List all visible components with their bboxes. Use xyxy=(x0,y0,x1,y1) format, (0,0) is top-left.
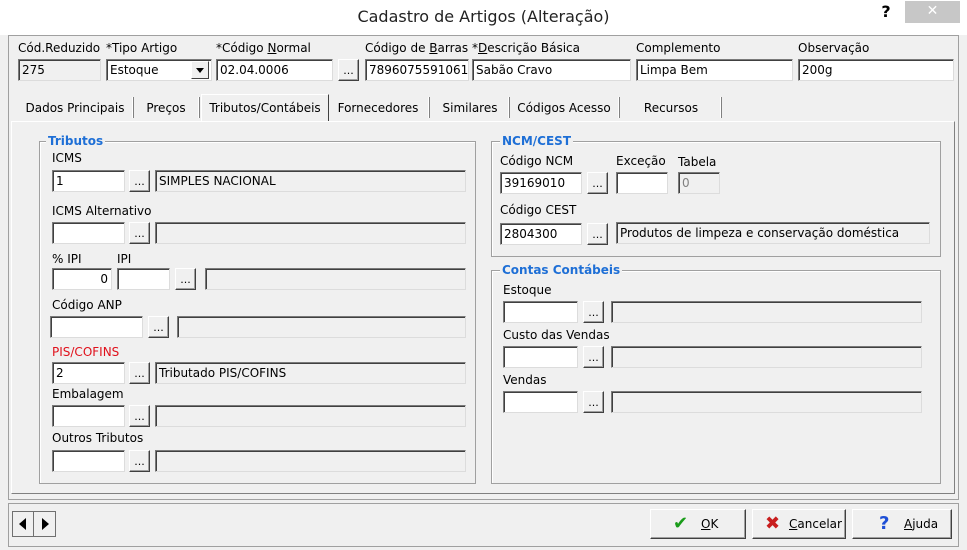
codigo-anp-label: Código ANP xyxy=(52,298,122,312)
tab-tributos-contabeis[interactable]: Tributos/Contábeis xyxy=(201,94,329,122)
excecao-field[interactable] xyxy=(616,172,668,194)
excecao-label: Exceção xyxy=(616,154,666,168)
vendas-desc-field xyxy=(611,391,922,413)
descricao-basica-label: *Descrição Básica xyxy=(472,41,580,55)
outros-tributos-label: Outros Tributos xyxy=(52,431,144,445)
custo-vendas-lookup-button[interactable]: ... xyxy=(583,346,604,368)
question-mark-icon: ? xyxy=(879,513,890,534)
tab-dados-principais[interactable]: Dados Principais xyxy=(18,96,132,120)
custo-vendas-label: Custo das Vendas xyxy=(503,328,610,342)
codigo-normal-lookup-button[interactable]: ... xyxy=(338,59,359,81)
vendas-label: Vendas xyxy=(503,373,547,387)
codigo-cest-desc-field: Produtos de limpeza e conservação domést… xyxy=(616,222,930,244)
checkmark-icon: ✔ xyxy=(673,513,689,534)
help-button[interactable]: ? xyxy=(872,1,900,25)
icms-lookup-button[interactable]: ... xyxy=(129,170,150,192)
observacao-field[interactable]: 200g xyxy=(798,59,954,81)
icms-alternativo-desc-field xyxy=(155,222,466,244)
ok-button[interactable]: ✔ OK xyxy=(650,509,746,539)
codigo-ncm-label: Código NCM xyxy=(500,154,574,168)
tab-recursos[interactable]: Recursos xyxy=(622,96,720,120)
pis-cofins-desc-field: Tributado PIS/COFINS xyxy=(155,362,466,384)
tab-similares[interactable]: Similares xyxy=(432,96,508,120)
pis-cofins-code-field[interactable]: 2 xyxy=(52,362,125,384)
tab-separator xyxy=(618,97,620,118)
tab-fornecedores[interactable]: Fornecedores xyxy=(330,96,426,120)
pct-ipi-field[interactable]: 0 xyxy=(52,268,112,290)
ipi-code-field[interactable] xyxy=(117,268,170,290)
codigo-cest-label: Código CEST xyxy=(500,203,577,217)
icms-desc-field: SIMPLES NACIONAL xyxy=(155,170,466,192)
chevron-down-icon[interactable] xyxy=(191,61,209,79)
complemento-field[interactable]: Limpa Bem xyxy=(636,59,793,81)
pis-cofins-lookup-button[interactable]: ... xyxy=(129,362,150,384)
codigo-barras-label: Código de Barras xyxy=(365,41,469,55)
estoque-label: Estoque xyxy=(503,283,552,297)
observacao-label: Observação xyxy=(798,41,870,55)
vendas-code-field[interactable] xyxy=(503,391,578,413)
codigo-barras-field[interactable]: 7896075591061 xyxy=(365,59,469,81)
icms-alternativo-code-field[interactable] xyxy=(52,222,125,244)
icms-code-field[interactable]: 1 xyxy=(52,170,125,192)
next-record-button[interactable] xyxy=(35,512,55,536)
codigo-anp-lookup-button[interactable]: ... xyxy=(148,316,169,338)
codigo-normal-label: *Código Normal xyxy=(216,41,311,55)
custo-vendas-desc-field xyxy=(611,346,922,368)
tab-separator xyxy=(428,97,430,118)
ncm-cest-group-title: NCM/CEST xyxy=(500,134,574,148)
cod-reduzido-label: Cód.Reduzido xyxy=(18,41,101,55)
tabela-field: 0 xyxy=(678,172,720,194)
custo-vendas-code-field[interactable] xyxy=(503,346,578,368)
ajuda-button[interactable]: ? Ajuda xyxy=(852,509,952,539)
embalagem-code-field[interactable] xyxy=(52,405,125,427)
tab-codigos-acesso[interactable]: Códigos Acesso xyxy=(510,96,618,120)
vendas-lookup-button[interactable]: ... xyxy=(583,391,604,413)
cod-reduzido-field[interactable]: 275 xyxy=(18,59,101,81)
tab-separator xyxy=(720,97,722,118)
ipi-lookup-button[interactable]: ... xyxy=(175,268,196,290)
icms-alternativo-lookup-button[interactable]: ... xyxy=(129,222,150,244)
tab-separator xyxy=(198,97,200,118)
close-button[interactable]: ✕ xyxy=(905,1,960,23)
embalagem-label: Embalagem xyxy=(52,387,124,401)
ipi-desc-field xyxy=(205,268,466,290)
icms-label: ICMS xyxy=(52,151,82,165)
codigo-cest-lookup-button[interactable]: ... xyxy=(587,223,608,245)
codigo-anp-desc-field xyxy=(177,316,466,338)
tributos-group-title: Tributos xyxy=(46,134,106,148)
embalagem-desc-field xyxy=(155,405,466,427)
pct-ipi-label: % IPI xyxy=(52,252,82,266)
icms-alternativo-label: ICMS Alternativo xyxy=(52,204,152,218)
codigo-normal-field[interactable]: 02.04.0006 xyxy=(216,59,333,81)
codigo-cest-field[interactable]: 2804300 xyxy=(500,223,582,245)
outros-tributos-lookup-button[interactable]: ... xyxy=(129,450,150,472)
complemento-label: Complemento xyxy=(636,41,721,55)
outros-tributos-code-field[interactable] xyxy=(52,450,125,472)
outros-tributos-desc-field xyxy=(155,450,466,472)
cancelar-button[interactable]: ✖ Cancelar xyxy=(752,509,846,539)
previous-record-button[interactable] xyxy=(13,512,34,536)
cancelar-button-label: Cancelar xyxy=(789,517,842,531)
descricao-basica-field[interactable]: Sabão Cravo xyxy=(472,59,631,81)
pis-cofins-label: PIS/COFINS xyxy=(52,345,120,359)
triangle-right-icon xyxy=(42,518,49,530)
codigo-anp-code-field[interactable] xyxy=(50,316,143,338)
embalagem-lookup-button[interactable]: ... xyxy=(129,405,150,427)
tipo-artigo-label: *Tipo Artigo xyxy=(106,41,178,55)
codigo-ncm-lookup-button[interactable]: ... xyxy=(587,172,608,194)
tabela-label: Tabela xyxy=(678,155,717,169)
triangle-left-icon xyxy=(19,518,26,530)
ajuda-button-label: Ajuda xyxy=(904,517,939,531)
tipo-artigo-value: Estoque xyxy=(110,63,159,77)
x-mark-icon: ✖ xyxy=(765,513,781,534)
estoque-code-field[interactable] xyxy=(503,301,578,323)
ok-button-label: OK xyxy=(701,517,719,531)
window-title: Cadastro de Artigos (Alteração) xyxy=(357,7,610,26)
codigo-ncm-field[interactable]: 39169010 xyxy=(500,172,582,194)
tab-precos[interactable]: Preços xyxy=(134,96,198,120)
estoque-desc-field xyxy=(611,301,922,323)
estoque-lookup-button[interactable]: ... xyxy=(583,301,604,323)
contas-contabeis-group-title: Contas Contábeis xyxy=(500,263,623,277)
ipi-label: IPI xyxy=(117,252,132,266)
